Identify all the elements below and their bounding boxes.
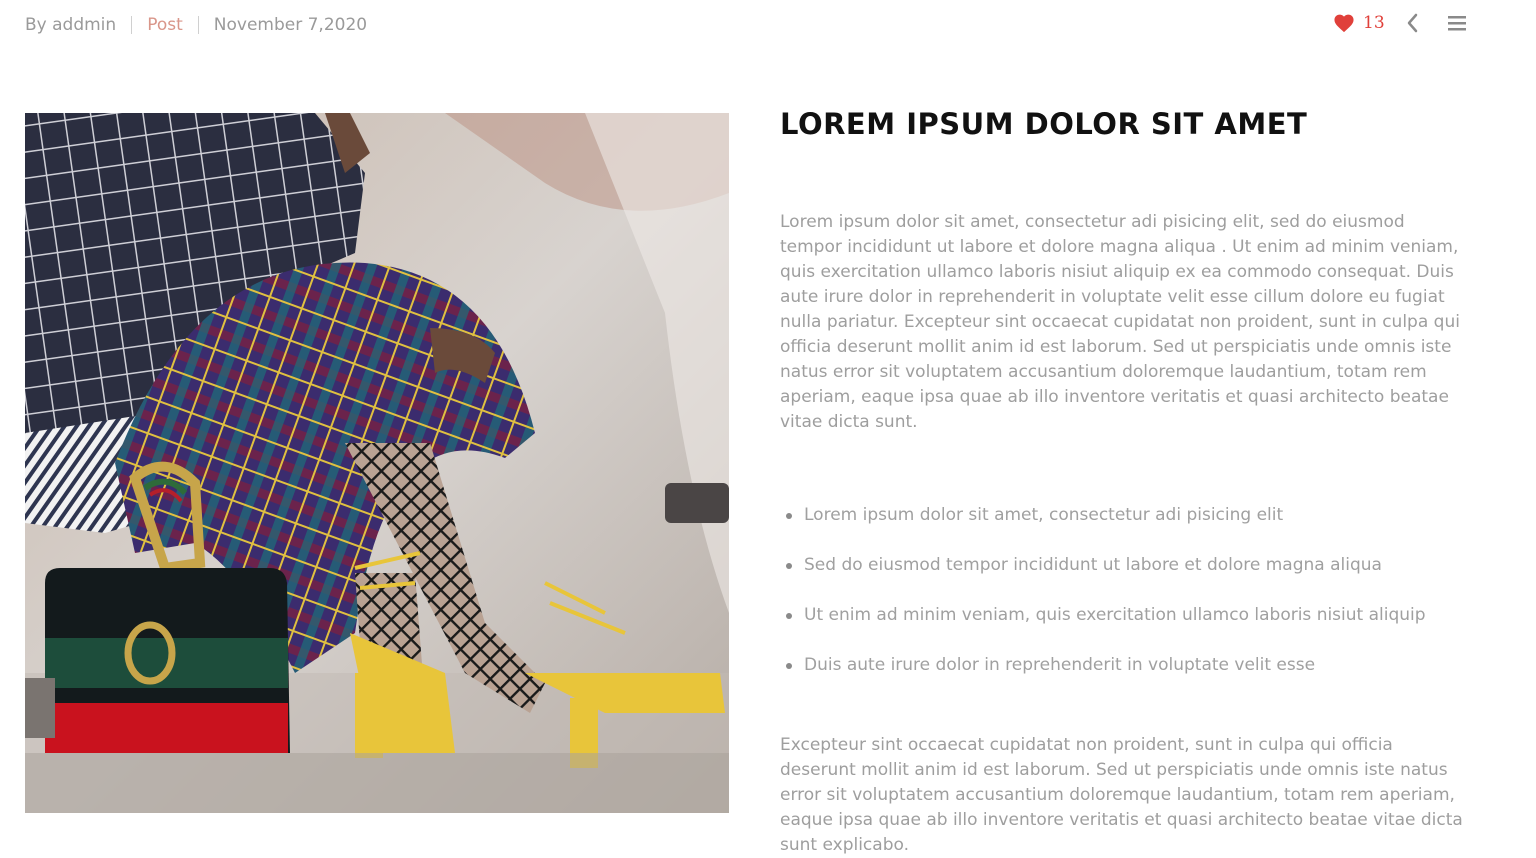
like-button[interactable]: 13: [1333, 13, 1385, 33]
chevron-left-icon: [1407, 13, 1417, 33]
post-category[interactable]: Post: [147, 15, 183, 35]
list-item: Ut enim ad minim veniam, quis exercitati…: [786, 603, 1470, 628]
post-content: LOREM IPSUM DOLOR SIT AMET Lorem ipsum d…: [780, 105, 1470, 858]
meta-divider: [197, 16, 199, 34]
like-count: 13: [1363, 13, 1385, 33]
post-intro-paragraph: Lorem ipsum dolor sit amet, consectetur …: [780, 212, 1460, 432]
menu-button[interactable]: [1447, 14, 1467, 32]
post-closing-paragraph: Excepteur sint occaecat cupidatat non pr…: [780, 735, 1463, 855]
list-item: Duis aute irure dolor in reprehenderit i…: [786, 653, 1470, 678]
post-actions: 13: [1333, 12, 1467, 34]
list-item: Sed do eiusmod tempor incididunt ut labo…: [786, 553, 1470, 578]
meta-divider: [131, 16, 133, 34]
heart-icon: [1334, 14, 1354, 33]
post-meta: By addmin Post November 7,2020: [25, 15, 367, 35]
list-item: Lorem ipsum dolor sit amet, consectetur …: [786, 503, 1470, 528]
post-title: LOREM IPSUM DOLOR SIT AMET: [780, 107, 1308, 141]
post-image: [25, 113, 729, 813]
post-date: November 7,2020: [213, 15, 368, 35]
post-bullet-list: Lorem ipsum dolor sit amet, consectetur …: [780, 503, 1470, 678]
previous-post-button[interactable]: [1405, 12, 1419, 34]
post-author[interactable]: By addmin: [25, 15, 116, 35]
hamburger-menu-icon: [1447, 16, 1466, 31]
